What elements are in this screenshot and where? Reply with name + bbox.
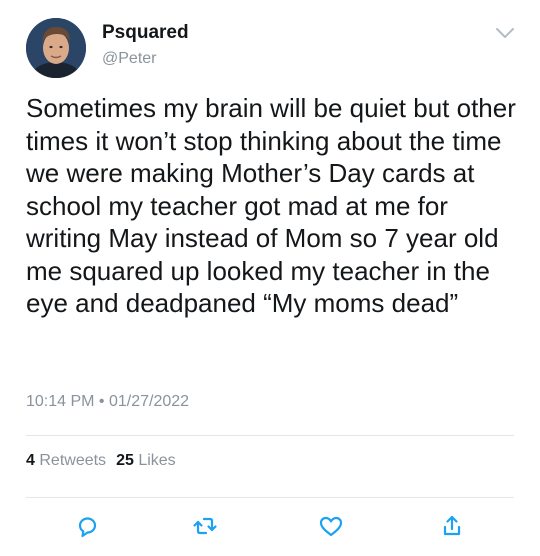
heart-icon[interactable] [315,510,347,542]
retweets-count: 4 [26,452,35,469]
chevron-down-icon[interactable] [494,22,516,44]
avatar[interactable] [26,18,86,78]
tweet-timestamp[interactable]: 10:14 PM • 01/27/2022 [26,392,189,412]
divider [26,497,514,498]
action-bar [0,510,540,542]
user-handle[interactable]: @Peter [102,49,189,69]
avatar-image [26,18,86,78]
display-name[interactable]: Psquared [102,22,189,44]
tweet-card: Psquared @Peter Sometimes my brain will … [0,0,540,556]
retweets-stat[interactable]: 4 Retweets [26,452,106,469]
likes-count: 25 [116,452,134,469]
likes-stat[interactable]: 25 Likes [116,452,176,469]
retweet-icon[interactable] [189,510,221,542]
tweet-text: Sometimes my brain will be quiet but oth… [26,93,524,318]
reply-icon[interactable] [71,510,103,542]
divider [26,435,514,436]
user-info: Psquared @Peter [102,22,189,69]
share-icon[interactable] [436,510,468,542]
tweet-stats: 4 Retweets 25 Likes [26,451,176,471]
retweets-label: Retweets [39,452,107,469]
likes-label: Likes [138,452,176,469]
